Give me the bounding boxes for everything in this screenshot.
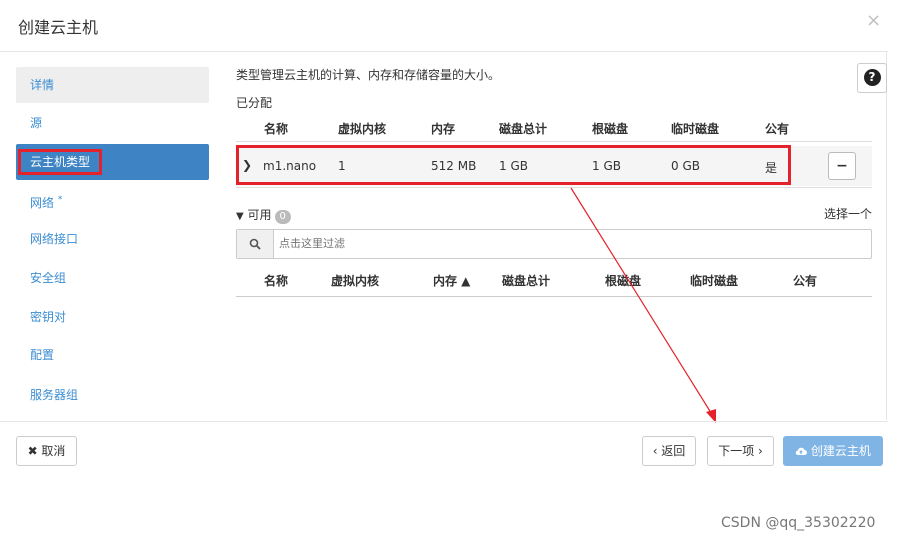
arrow-line [570, 187, 714, 417]
create-instance-label: 创建云主机 [810, 444, 871, 458]
back-button[interactable]: ‹ 返回 [642, 436, 696, 466]
cloud-upload-icon [795, 447, 808, 456]
watermark: CSDN @qq_35302220 [721, 515, 876, 531]
footer-divider [0, 421, 888, 422]
create-instance-button[interactable]: 创建云主机 [783, 436, 883, 466]
cancel-button[interactable]: ✖ 取消 [16, 436, 77, 466]
next-button[interactable]: 下一项 › [707, 436, 774, 466]
